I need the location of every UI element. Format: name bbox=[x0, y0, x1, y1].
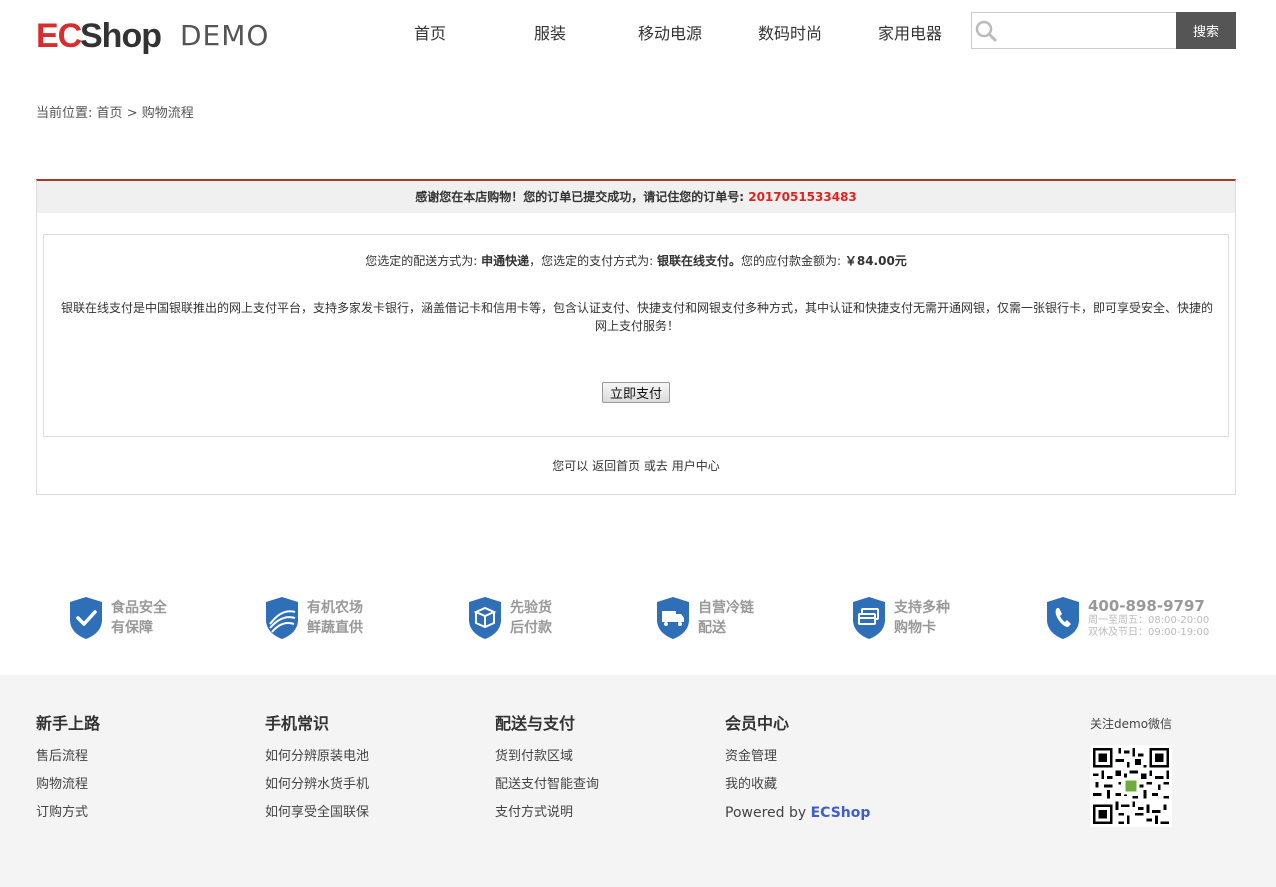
footer-column-shipping-payment: 配送与支付 货到付款区域 配送支付智能查询 支付方式说明 bbox=[495, 713, 599, 827]
phone-shield-icon bbox=[1047, 597, 1079, 639]
search-icon bbox=[972, 13, 1000, 48]
logo[interactable]: EC Shop DEMO bbox=[36, 14, 269, 56]
feature-line1: 支持多种 bbox=[894, 600, 950, 616]
footer-column-title: 新手上路 bbox=[36, 714, 101, 733]
footer-link[interactable]: 支付方式说明 bbox=[495, 799, 599, 827]
footer: 新手上路 售后流程 购物流程 订购方式 手机常识 如何分辨原装电池 如何分辨水货… bbox=[0, 675, 1276, 887]
hotline-hours-weekday: 周一至周五：08:00-20:00 bbox=[1088, 615, 1210, 626]
breadcrumb-home[interactable]: 首页 bbox=[97, 106, 123, 121]
feature-inspect-first: 先验货 后付款 bbox=[468, 596, 552, 640]
feature-cold-chain: 自营冷链 配送 bbox=[656, 596, 754, 640]
footer-column-newbie: 新手上路 售后流程 购物流程 订购方式 bbox=[36, 713, 100, 827]
footer-column-title: 会员中心 bbox=[725, 714, 790, 733]
order-summary-line: 您选定的配送方式为: 申通快递，您选定的支付方式为: 银联在线支付。您的应付款金… bbox=[44, 252, 1228, 270]
footer-column-member-center: 会员中心 资金管理 我的收藏 Powered by ECShop bbox=[725, 713, 870, 827]
qr-code-icon bbox=[1090, 745, 1172, 827]
feature-line1: 先验货 bbox=[510, 600, 552, 616]
order-thanks-text: 感谢您在本店购物！您的订单已提交成功，请记住您的订单号: bbox=[415, 190, 745, 204]
feature-line2: 有保障 bbox=[111, 620, 153, 636]
hotline-number: 400-898-9797 bbox=[1088, 597, 1205, 615]
footer-link[interactable]: 购物流程 bbox=[36, 771, 100, 799]
footer-link[interactable]: 配送支付智能查询 bbox=[495, 771, 599, 799]
footer-link[interactable]: 资金管理 bbox=[725, 743, 870, 771]
payment-description: 银联在线支付是中国银联推出的网上支付平台，支持多家发卡银行，涵盖借记卡和信用卡等… bbox=[60, 301, 1213, 333]
return-home-link[interactable]: 返回首页 bbox=[592, 459, 640, 473]
service-features: 食品安全 有保障 有机农场 鲜蔬直供 先验货 后付款 自营冷链 配送 支持多种 … bbox=[0, 596, 1276, 656]
nav-item-digital[interactable]: 数码时尚 bbox=[730, 22, 850, 46]
footer-link[interactable]: 货到付款区域 bbox=[495, 743, 599, 771]
payment-label: ，您选定的支付方式为: bbox=[529, 254, 654, 268]
svg-text:EC: EC bbox=[36, 17, 82, 55]
breadcrumb-separator: > bbox=[126, 106, 138, 121]
feature-line1: 自营冷链 bbox=[698, 600, 754, 616]
check-shield-icon bbox=[70, 597, 102, 639]
feature-line1: 有机农场 bbox=[307, 600, 363, 616]
wechat-qr: 关注demo微信 bbox=[1090, 715, 1172, 831]
payment-panel: 您选定的配送方式为: 申通快递，您选定的支付方式为: 银联在线支付。您的应付款金… bbox=[43, 234, 1229, 437]
feature-line2: 后付款 bbox=[510, 620, 552, 636]
header: EC Shop DEMO 首页 服装 移动电源 数码时尚 家用电器 搜索 bbox=[0, 0, 1276, 70]
breadcrumb-prefix: 当前位置: bbox=[36, 106, 93, 121]
footer-link[interactable]: 如何分辨水货手机 bbox=[265, 771, 369, 799]
return-or: 或去 bbox=[643, 459, 668, 473]
order-number: 2017051533483 bbox=[748, 190, 857, 204]
card-shield-icon bbox=[853, 597, 885, 639]
shipping-value: 申通快递 bbox=[481, 254, 530, 268]
footer-link[interactable]: 订购方式 bbox=[36, 799, 100, 827]
box-shield-icon bbox=[469, 597, 501, 639]
nav-item-power-bank[interactable]: 移动电源 bbox=[610, 22, 730, 46]
shipping-label: 您选定的配送方式为: bbox=[365, 254, 478, 268]
qr-label: 关注demo微信 bbox=[1090, 717, 1173, 731]
order-confirmation-box: 感谢您在本店购物！您的订单已提交成功，请记住您的订单号: 20170515334… bbox=[36, 179, 1236, 495]
feature-food-safety: 食品安全 有保障 bbox=[69, 596, 167, 640]
user-center-link[interactable]: 用户中心 bbox=[672, 459, 720, 473]
footer-column-phone-tips: 手机常识 如何分辨原装电池 如何分辨水货手机 如何享受全国联保 bbox=[265, 713, 369, 827]
breadcrumb: 当前位置: 首页 > 购物流程 bbox=[36, 104, 194, 124]
footer-link[interactable]: 如何分辨原装电池 bbox=[265, 743, 369, 771]
search-bar: 搜索 bbox=[971, 12, 1236, 49]
footer-column-title: 手机常识 bbox=[265, 714, 330, 733]
footer-column-title: 配送与支付 bbox=[495, 714, 576, 733]
amount-label: 您的应付款金额为: bbox=[740, 254, 842, 268]
nav-item-appliances[interactable]: 家用电器 bbox=[850, 22, 970, 46]
svg-text:Shop: Shop bbox=[80, 17, 161, 55]
feature-gift-cards: 支持多种 购物卡 bbox=[852, 596, 950, 640]
truck-shield-icon bbox=[657, 597, 689, 639]
main-nav: 首页 服装 移动电源 数码时尚 家用电器 bbox=[370, 22, 970, 46]
search-input[interactable] bbox=[999, 13, 1176, 48]
ecshop-logo-icon: EC Shop bbox=[36, 17, 162, 55]
search-button[interactable]: 搜索 bbox=[1175, 12, 1236, 49]
amount-value: ￥84.00元 bbox=[844, 254, 907, 268]
footer-link[interactable]: 我的收藏 bbox=[725, 771, 870, 799]
footer-link[interactable]: 如何享受全国联保 bbox=[265, 799, 369, 827]
logo-demo-text: DEMO bbox=[180, 18, 270, 52]
nav-item-clothing[interactable]: 服装 bbox=[490, 22, 610, 46]
powered-by-text: Powered by bbox=[725, 805, 807, 821]
pay-now-button[interactable]: 立即支付 bbox=[602, 382, 670, 403]
farm-shield-icon bbox=[266, 597, 298, 639]
hotline-hours-weekend: 双休及节日：09:00-19:00 bbox=[1088, 627, 1210, 638]
footer-link[interactable]: 售后流程 bbox=[36, 743, 100, 771]
feature-organic-farm: 有机农场 鲜蔬直供 bbox=[265, 596, 363, 640]
powered-by: Powered by ECShop bbox=[725, 799, 870, 827]
payment-value: 银联在线支付。 bbox=[656, 254, 741, 268]
feature-line2: 配送 bbox=[698, 620, 726, 636]
order-header: 感谢您在本店购物！您的订单已提交成功，请记住您的订单号: 20170515334… bbox=[37, 181, 1235, 213]
feature-line1: 食品安全 bbox=[111, 600, 167, 616]
breadcrumb-current: 购物流程 bbox=[141, 106, 194, 121]
feature-hotline: 400-898-9797 周一至周五：08:00-20:00 双休及节日：09:… bbox=[1046, 596, 1209, 640]
return-prefix: 您可以 bbox=[552, 459, 589, 473]
feature-line2: 鲜蔬直供 bbox=[307, 620, 363, 636]
nav-item-home[interactable]: 首页 bbox=[370, 22, 490, 46]
feature-line2: 购物卡 bbox=[894, 620, 936, 636]
return-links: 您可以 返回首页 或去 用户中心 bbox=[37, 457, 1235, 474]
powered-by-brand[interactable]: ECShop bbox=[811, 805, 871, 821]
